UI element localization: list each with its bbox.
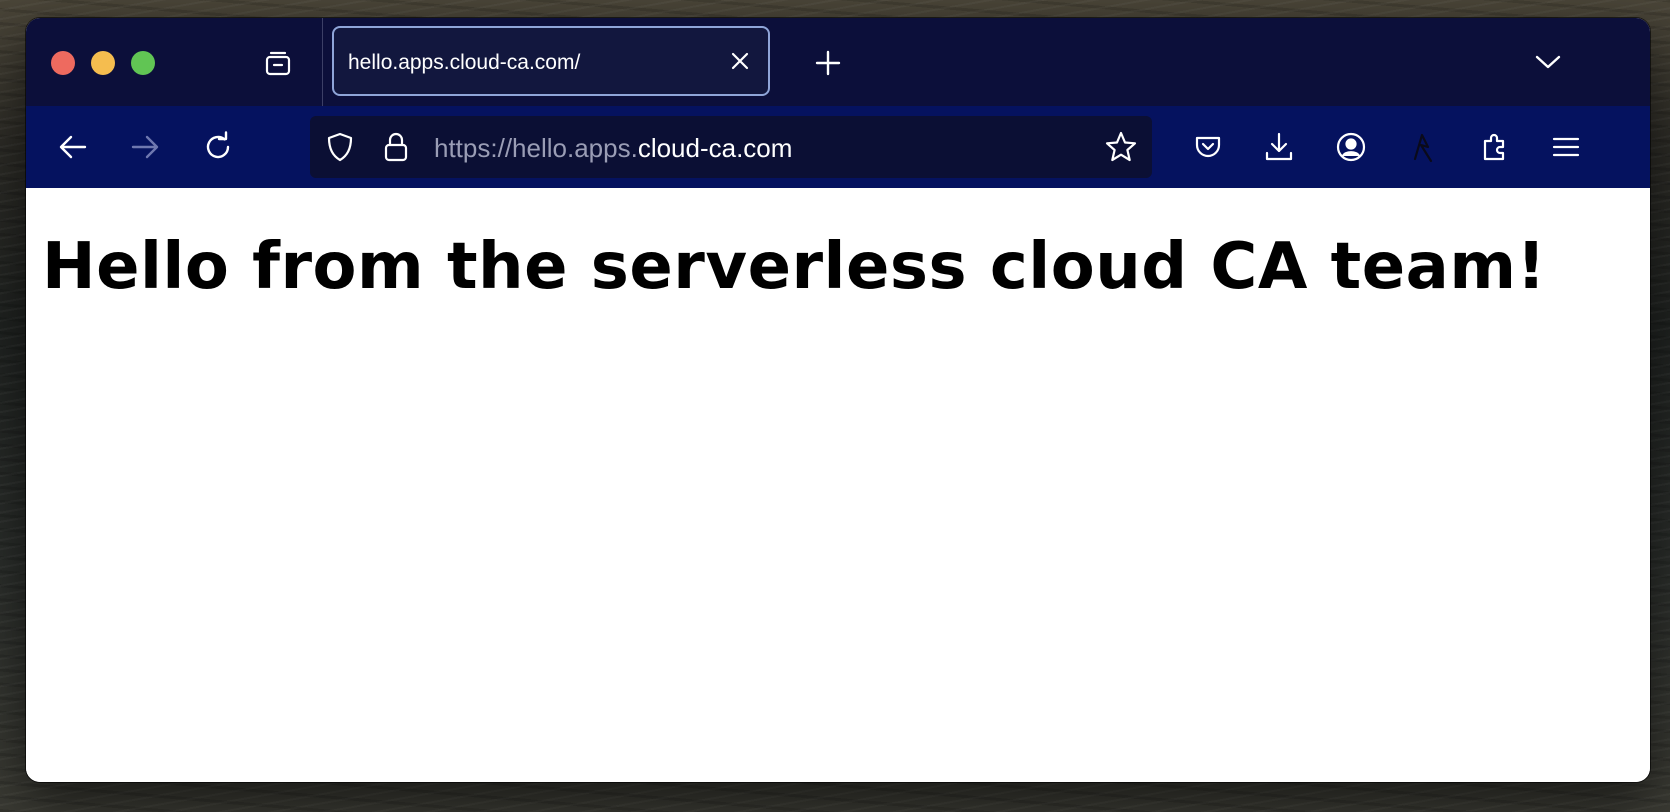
account-button[interactable] bbox=[1331, 127, 1371, 167]
download-icon bbox=[1263, 131, 1295, 163]
url-text[interactable]: https://hello.apps.cloud-ca.com bbox=[434, 133, 792, 164]
forward-button[interactable] bbox=[125, 127, 165, 167]
close-icon bbox=[729, 50, 751, 72]
plus-icon bbox=[814, 49, 842, 77]
tab-list-button[interactable] bbox=[258, 43, 298, 83]
puzzle-icon bbox=[1479, 131, 1511, 163]
tab-title: hello.apps.cloud-ca.com/ bbox=[348, 51, 581, 74]
shield-icon bbox=[325, 131, 355, 163]
bookmark-button[interactable] bbox=[1104, 130, 1138, 164]
star-icon bbox=[1104, 130, 1138, 164]
pocket-button[interactable] bbox=[1188, 127, 1228, 167]
tab-list-icon bbox=[262, 47, 294, 79]
url-host: cloud-ca.com bbox=[637, 133, 793, 163]
forward-arrow-icon bbox=[129, 131, 161, 163]
tab-active[interactable]: hello.apps.cloud-ca.com/ bbox=[332, 26, 770, 96]
page-content: Hello from the serverless cloud CA team! bbox=[26, 188, 1650, 782]
browser-window: hello.apps.cloud-ca.com/ https://hello.a… bbox=[26, 18, 1650, 782]
tab-bar: hello.apps.cloud-ca.com/ bbox=[26, 18, 1650, 106]
extensions-button[interactable] bbox=[1475, 127, 1515, 167]
downloads-button[interactable] bbox=[1259, 127, 1299, 167]
chevron-down-icon bbox=[1534, 48, 1562, 76]
new-tab-button[interactable] bbox=[808, 43, 848, 83]
list-all-tabs-button[interactable] bbox=[1528, 42, 1568, 82]
app-menu-button[interactable] bbox=[1546, 127, 1586, 167]
page-heading: Hello from the serverless cloud CA team! bbox=[42, 230, 1547, 304]
window-maximize-button[interactable] bbox=[131, 51, 155, 75]
custom-extension-button[interactable] bbox=[1403, 127, 1443, 167]
url-prefix: https://hello.apps. bbox=[434, 133, 638, 163]
account-icon bbox=[1335, 131, 1367, 163]
hamburger-menu-icon bbox=[1551, 132, 1581, 162]
tabbar-divider bbox=[322, 18, 323, 106]
window-minimize-button[interactable] bbox=[91, 51, 115, 75]
reload-button[interactable] bbox=[198, 127, 238, 167]
url-bar[interactable]: https://hello.apps.cloud-ca.com bbox=[310, 116, 1152, 178]
reload-icon bbox=[202, 131, 234, 163]
lock-icon bbox=[382, 131, 410, 163]
back-arrow-icon bbox=[57, 131, 89, 163]
extension-icon bbox=[1407, 131, 1439, 163]
site-security-button[interactable] bbox=[380, 131, 412, 163]
navigation-toolbar: https://hello.apps.cloud-ca.com bbox=[26, 106, 1650, 188]
pocket-icon bbox=[1192, 131, 1224, 163]
back-button[interactable] bbox=[53, 127, 93, 167]
tracking-protection-button[interactable] bbox=[324, 131, 356, 163]
tab-close-button[interactable] bbox=[724, 45, 756, 77]
window-close-button[interactable] bbox=[51, 51, 75, 75]
